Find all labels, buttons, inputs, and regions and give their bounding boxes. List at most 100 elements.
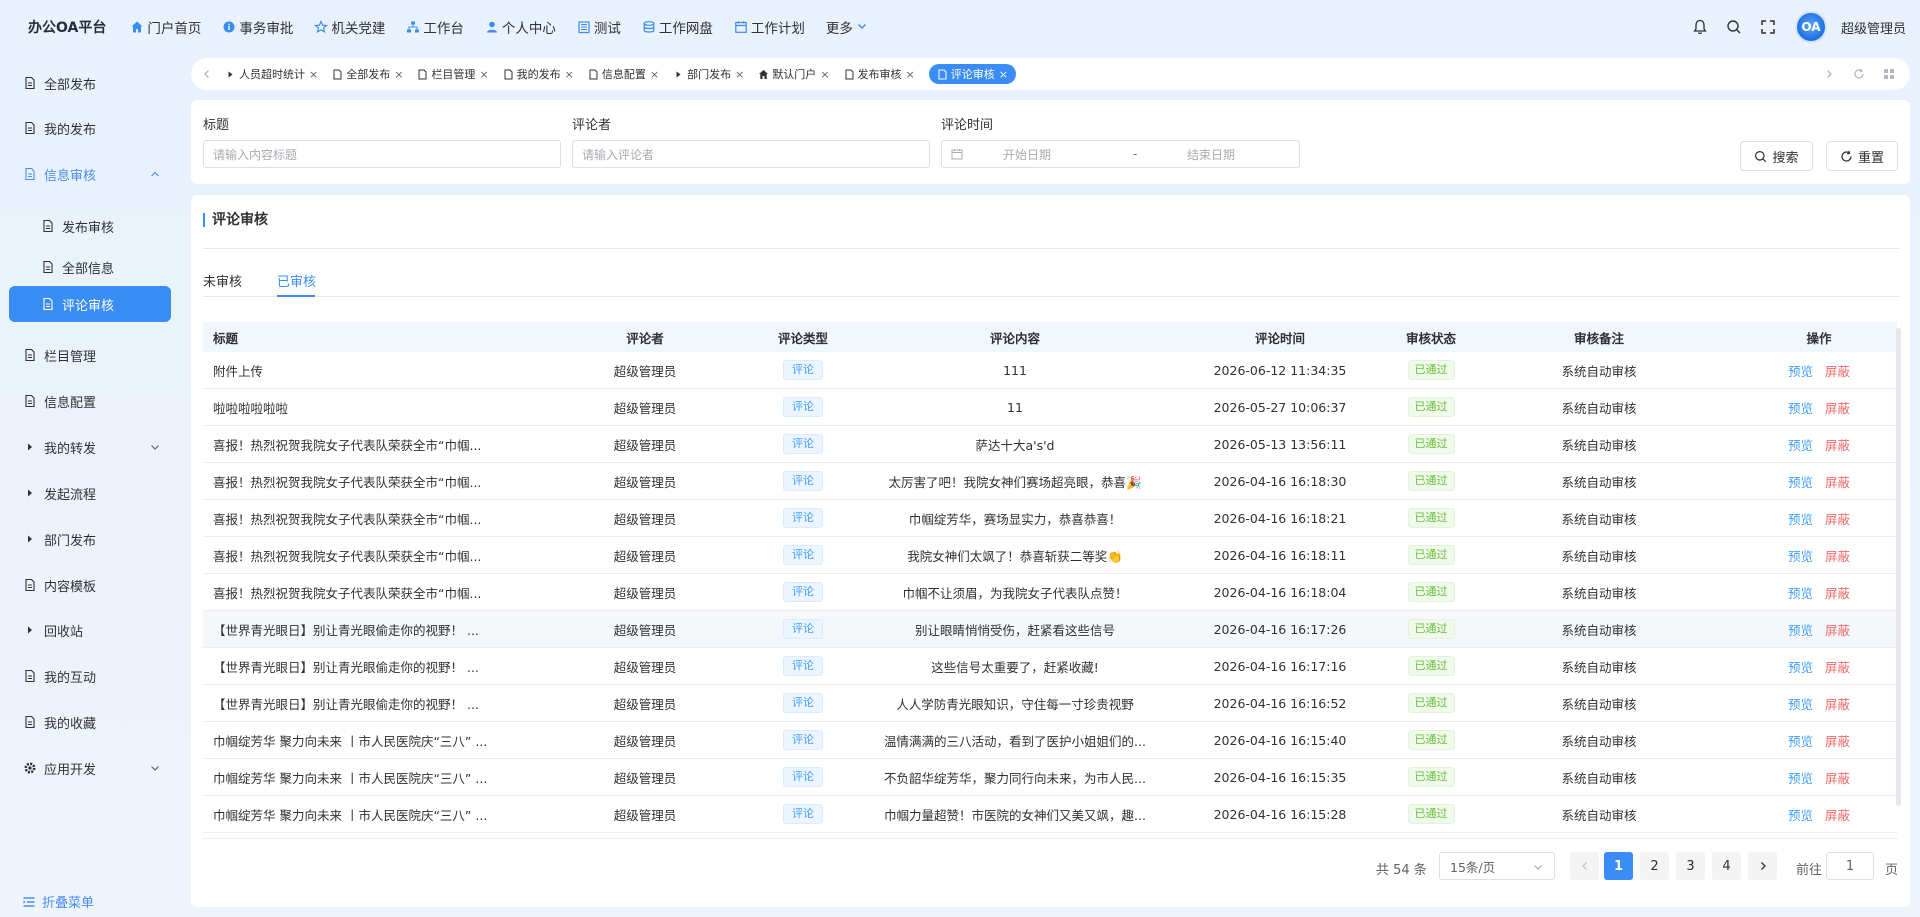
- preview-link[interactable]: 预览: [1788, 549, 1813, 564]
- end-date-input[interactable]: 结束日期: [1187, 146, 1267, 163]
- tab-my-publish[interactable]: 我的发布 ×: [503, 64, 574, 84]
- tab-info-config[interactable]: 信息配置 ×: [588, 64, 659, 84]
- page-3-button[interactable]: 3: [1676, 852, 1705, 880]
- table-scrollbar[interactable]: [1896, 328, 1901, 806]
- nav-personal[interactable]: 个人中心: [485, 17, 556, 37]
- block-link[interactable]: 屏蔽: [1825, 364, 1850, 379]
- nav-test[interactable]: 测试: [577, 17, 621, 37]
- col-header-note[interactable]: 审核备注: [1457, 328, 1741, 347]
- preview-link[interactable]: 预览: [1788, 808, 1813, 823]
- nav-netdisk[interactable]: 工作网盘: [642, 17, 713, 37]
- sidebar-item-all-info[interactable]: 全部信息: [9, 249, 171, 285]
- close-icon[interactable]: ×: [309, 68, 318, 81]
- sidebar-item-my-favorites[interactable]: 我的收藏: [9, 704, 171, 740]
- block-link[interactable]: 屏蔽: [1825, 401, 1850, 416]
- sidebar-item-my-interaction[interactable]: 我的互动: [9, 658, 171, 694]
- preview-link[interactable]: 预览: [1788, 734, 1813, 749]
- block-link[interactable]: 屏蔽: [1825, 660, 1850, 675]
- block-link[interactable]: 屏蔽: [1825, 586, 1850, 601]
- tabs-scroll-right-icon[interactable]: [1814, 69, 1844, 79]
- page-size-select[interactable]: 15条/页: [1439, 852, 1555, 880]
- col-header-type[interactable]: 评论类型: [731, 328, 875, 347]
- block-link[interactable]: 屏蔽: [1825, 623, 1850, 638]
- close-icon[interactable]: ×: [906, 68, 915, 81]
- preview-link[interactable]: 预览: [1788, 586, 1813, 601]
- preview-link[interactable]: 预览: [1788, 660, 1813, 675]
- block-link[interactable]: 屏蔽: [1825, 512, 1850, 527]
- col-header-commenter[interactable]: 评论者: [559, 328, 731, 347]
- preview-link[interactable]: 预览: [1788, 401, 1813, 416]
- block-link[interactable]: 屏蔽: [1825, 697, 1850, 712]
- sidebar-item-recycle-bin[interactable]: 回收站: [9, 612, 171, 648]
- sidebar-item-start-flow[interactable]: 发起流程: [9, 475, 171, 511]
- close-icon[interactable]: ×: [999, 68, 1008, 81]
- preview-link[interactable]: 预览: [1788, 697, 1813, 712]
- col-header-content[interactable]: 评论内容: [875, 328, 1155, 347]
- sidebar-item-info-review[interactable]: 信息审核: [9, 156, 171, 192]
- avatar[interactable]: OA: [1794, 11, 1827, 43]
- tabs-scroll-left-icon[interactable]: [195, 58, 219, 90]
- nav-approval[interactable]: 事务审批: [222, 17, 293, 37]
- nav-more[interactable]: 更多: [826, 17, 873, 37]
- sidebar-item-content-template[interactable]: 内容模板: [9, 567, 171, 603]
- block-link[interactable]: 屏蔽: [1825, 734, 1850, 749]
- fullscreen-icon[interactable]: [1759, 18, 1777, 36]
- nav-workbench[interactable]: 工作台: [406, 17, 464, 37]
- collapse-menu-button[interactable]: 折叠菜单: [22, 892, 94, 911]
- reset-button[interactable]: 重置: [1826, 141, 1898, 171]
- tab-staff-timeout[interactable]: 人员超时统计 ×: [225, 64, 318, 84]
- sidebar-item-app-dev[interactable]: 应用开发: [9, 750, 171, 786]
- search-icon[interactable]: [1725, 18, 1743, 36]
- prev-page-button[interactable]: [1570, 852, 1599, 880]
- tab-column-manage[interactable]: 栏目管理 ×: [417, 64, 489, 84]
- col-header-time[interactable]: 评论时间: [1155, 328, 1405, 347]
- preview-link[interactable]: 预览: [1788, 475, 1813, 490]
- title-search-input[interactable]: 请输入内容标题: [203, 140, 561, 168]
- grid-menu-icon[interactable]: [1874, 68, 1904, 80]
- nav-home[interactable]: 门户首页: [130, 17, 201, 37]
- page-1-button[interactable]: 1: [1604, 852, 1633, 880]
- col-header-title[interactable]: 标题: [203, 328, 559, 347]
- sidebar-item-info-config[interactable]: 信息配置: [9, 383, 171, 419]
- tab-dept-publish[interactable]: 部门发布 ×: [673, 64, 744, 84]
- preview-link[interactable]: 预览: [1788, 364, 1813, 379]
- block-link[interactable]: 屏蔽: [1825, 549, 1850, 564]
- tab-publish-review[interactable]: 发布审核 ×: [844, 64, 915, 84]
- sidebar-item-publish-review[interactable]: 发布审核: [9, 208, 171, 244]
- tab-comment-review[interactable]: 评论审核 ×: [928, 64, 1016, 84]
- preview-link[interactable]: 预览: [1788, 438, 1813, 453]
- close-icon[interactable]: ×: [479, 68, 488, 81]
- bell-icon[interactable]: [1691, 18, 1709, 36]
- tab-all-publish[interactable]: 全部发布 ×: [332, 64, 403, 84]
- block-link[interactable]: 屏蔽: [1825, 438, 1850, 453]
- tab-reviewed[interactable]: 已审核: [277, 271, 316, 290]
- close-icon[interactable]: ×: [394, 68, 403, 81]
- block-link[interactable]: 屏蔽: [1825, 808, 1850, 823]
- sidebar-item-comment-review[interactable]: 评论审核: [9, 286, 171, 322]
- comment-time-range-picker[interactable]: 开始日期 - 结束日期: [941, 140, 1300, 168]
- page-4-button[interactable]: 4: [1712, 852, 1741, 880]
- page-2-button[interactable]: 2: [1640, 852, 1669, 880]
- search-button[interactable]: 搜索: [1740, 141, 1813, 171]
- username[interactable]: 超级管理员: [1841, 18, 1906, 37]
- block-link[interactable]: 屏蔽: [1825, 771, 1850, 786]
- close-icon[interactable]: ×: [650, 68, 659, 81]
- goto-page-input[interactable]: 1: [1826, 852, 1874, 880]
- preview-link[interactable]: 预览: [1788, 512, 1813, 527]
- refresh-icon[interactable]: [1844, 68, 1874, 80]
- close-icon[interactable]: ×: [735, 68, 744, 81]
- sidebar-item-dept-publish[interactable]: 部门发布: [9, 521, 171, 557]
- sidebar-item-my-forward[interactable]: 我的转发: [9, 429, 171, 465]
- sidebar-item-column-manage[interactable]: 栏目管理: [9, 337, 171, 373]
- sidebar-item-my-publish[interactable]: 我的发布: [9, 110, 171, 146]
- commenter-search-input[interactable]: 请输入评论者: [572, 140, 930, 168]
- tab-unreviewed[interactable]: 未审核: [203, 271, 242, 290]
- col-header-status[interactable]: 审核状态: [1405, 328, 1457, 347]
- block-link[interactable]: 屏蔽: [1825, 475, 1850, 490]
- tab-default-portal[interactable]: 默认门户 ×: [758, 64, 830, 84]
- nav-party[interactable]: 机关党建: [314, 17, 385, 37]
- start-date-input[interactable]: 开始日期: [1003, 146, 1083, 163]
- preview-link[interactable]: 预览: [1788, 623, 1813, 638]
- close-icon[interactable]: ×: [820, 68, 829, 81]
- close-icon[interactable]: ×: [565, 68, 574, 81]
